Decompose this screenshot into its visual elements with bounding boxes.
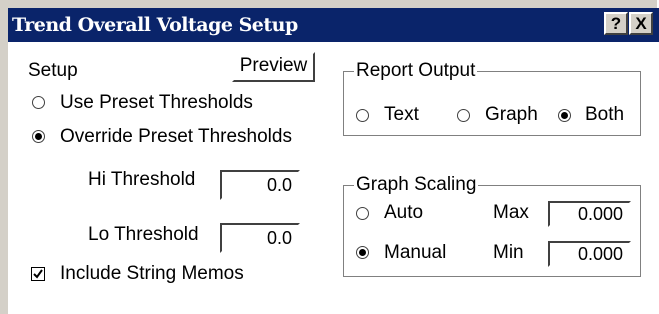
- help-button[interactable]: ?: [604, 12, 628, 35]
- scaling-manual-label: Manual: [384, 242, 447, 263]
- report-text-label: Text: [384, 104, 419, 125]
- hi-threshold-input[interactable]: 0.0: [220, 170, 300, 200]
- setup-label: Setup: [28, 60, 78, 81]
- report-text-radio[interactable]: [356, 109, 369, 122]
- max-label: Max: [493, 202, 529, 223]
- window-title: Trend Overall Voltage Setup: [12, 14, 298, 36]
- radio-selected-dot: [561, 112, 568, 119]
- scaling-auto-label: Auto: [384, 202, 424, 223]
- lo-threshold-label: Lo Threshold: [88, 224, 199, 245]
- dialog-body: Setup Preview Use Preset Thresholds Over…: [8, 42, 659, 314]
- lo-threshold-input[interactable]: 0.0: [220, 223, 300, 253]
- max-input[interactable]: 0.000: [548, 201, 631, 227]
- min-input[interactable]: 0.000: [548, 241, 631, 267]
- scaling-auto-radio[interactable]: [356, 207, 369, 220]
- include-string-memos-label: Include String Memos: [60, 263, 244, 284]
- title-bar[interactable]: Trend Overall Voltage Setup ? X: [8, 8, 659, 42]
- use-preset-thresholds-radio[interactable]: [32, 96, 45, 109]
- dialog-window: Trend Overall Voltage Setup ? X Setup Pr…: [0, 0, 659, 314]
- report-both-radio[interactable]: [558, 109, 571, 122]
- scaling-manual-radio[interactable]: [356, 246, 369, 259]
- hi-threshold-label: Hi Threshold: [88, 169, 196, 190]
- use-preset-thresholds-label: Use Preset Thresholds: [60, 92, 253, 113]
- checkmark-icon: [33, 269, 43, 279]
- override-preset-thresholds-label: Override Preset Thresholds: [60, 126, 292, 147]
- report-graph-radio[interactable]: [457, 109, 470, 122]
- radio-selected-dot: [35, 133, 42, 140]
- radio-selected-dot: [359, 249, 366, 256]
- report-graph-label: Graph: [485, 104, 538, 125]
- graph-scaling-title: Graph Scaling: [354, 174, 479, 196]
- include-string-memos-checkbox[interactable]: [31, 267, 45, 281]
- preview-button[interactable]: Preview: [232, 52, 315, 82]
- close-button[interactable]: X: [629, 12, 653, 35]
- override-preset-thresholds-radio[interactable]: [32, 130, 45, 143]
- report-output-title: Report Output: [354, 60, 478, 82]
- report-both-label: Both: [585, 104, 625, 125]
- min-label: Min: [493, 242, 524, 263]
